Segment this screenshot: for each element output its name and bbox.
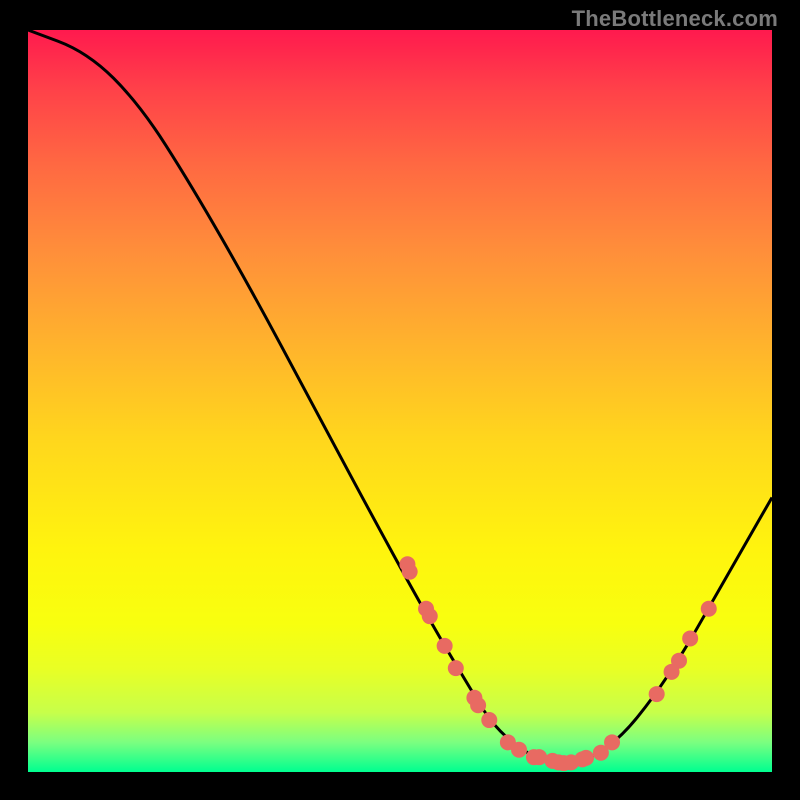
chart-overlay — [28, 30, 772, 772]
data-marker — [531, 749, 547, 765]
data-marker — [671, 653, 687, 669]
marker-group — [399, 556, 716, 771]
data-marker — [701, 601, 717, 617]
data-marker — [448, 660, 464, 676]
data-marker — [402, 564, 418, 580]
chart-container: TheBottleneck.com — [0, 0, 800, 800]
data-marker — [682, 630, 698, 646]
data-marker — [422, 608, 438, 624]
data-marker — [604, 734, 620, 750]
data-marker — [481, 712, 497, 728]
data-marker — [578, 750, 594, 766]
attribution-label: TheBottleneck.com — [572, 6, 778, 32]
data-marker — [470, 697, 486, 713]
data-marker — [437, 638, 453, 654]
data-marker — [511, 742, 527, 758]
bottleneck-curve — [28, 30, 772, 763]
data-marker — [649, 686, 665, 702]
